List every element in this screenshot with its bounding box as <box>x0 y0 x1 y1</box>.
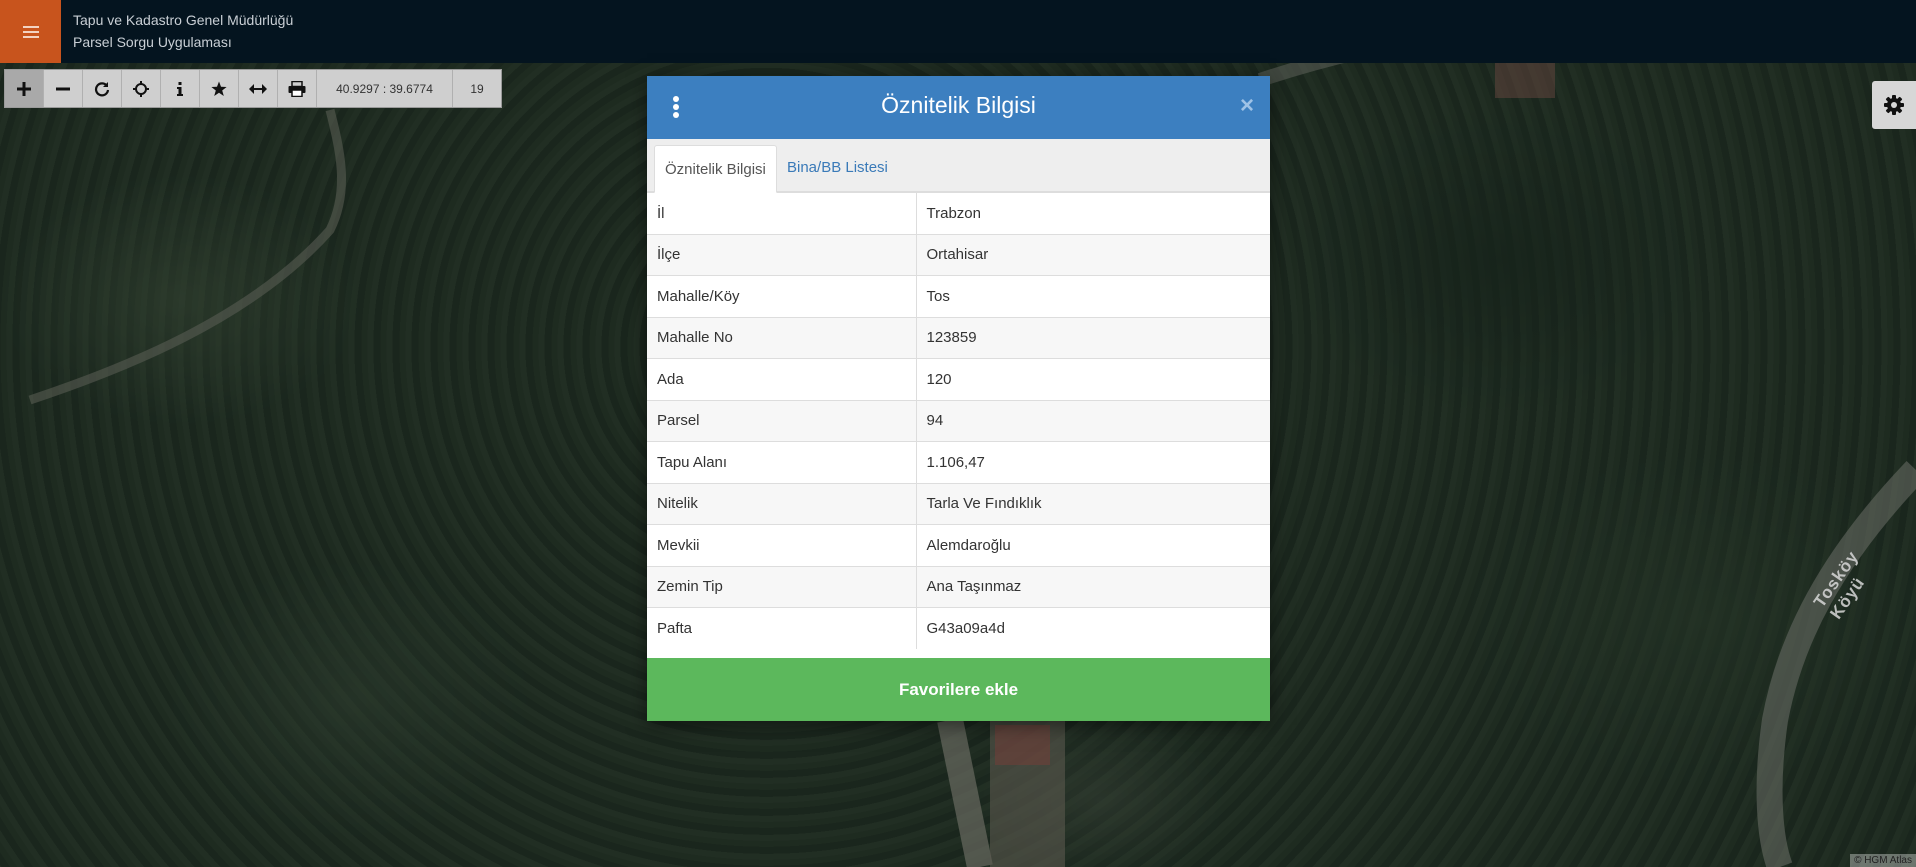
settings-button[interactable] <box>1872 81 1916 129</box>
table-row: Mevkii Alemdaroğlu <box>647 524 1270 566</box>
row-value: 94 <box>916 399 1270 442</box>
row-value: 120 <box>916 358 1270 400</box>
attribute-info-modal: Öznitelik Bilgisi × Öznitelik Bilgisi Bi… <box>647 76 1270 721</box>
coordinate-readout: 40.9297 : 39.6774 <box>317 70 453 107</box>
row-key: Pafta <box>647 607 917 649</box>
app-title: Tapu ve Kadastro Genel Müdürlüğü Parsel … <box>73 9 293 53</box>
zoom-in-button[interactable] <box>5 70 44 107</box>
horizontal-arrows-icon <box>249 83 267 94</box>
map-toolbar: 40.9297 : 39.6774 19 <box>4 69 502 108</box>
table-row: Mahalle No 123859 <box>647 316 1270 359</box>
row-value: Ana Taşınmaz <box>916 565 1270 608</box>
info-button[interactable] <box>161 70 200 107</box>
refresh-icon <box>94 81 110 96</box>
modal-header: Öznitelik Bilgisi × <box>647 76 1270 139</box>
row-value: Ortahisar <box>916 233 1270 276</box>
row-key: Mahalle No <box>647 316 917 359</box>
modal-tabs: Öznitelik Bilgisi Bina/BB Listesi <box>647 139 1270 193</box>
row-key: Zemin Tip <box>647 565 917 608</box>
row-value: Trabzon <box>916 192 1270 234</box>
zoom-out-button[interactable] <box>44 70 83 107</box>
row-key: Ada <box>647 358 917 400</box>
row-key: İlçe <box>647 233 917 276</box>
table-row: Ada 120 <box>647 358 1270 400</box>
modal-title: Öznitelik Bilgisi <box>881 92 1036 118</box>
app-header: Tapu ve Kadastro Genel Müdürlüğü Parsel … <box>0 0 1916 63</box>
print-button[interactable] <box>278 70 317 107</box>
attribute-table: İl Trabzon İlçe Ortahisar Mahalle/Köy Tos M… <box>647 192 1270 649</box>
row-key: İl <box>647 192 917 234</box>
add-to-favorites-button[interactable]: Favorilere ekle <box>647 658 1270 721</box>
info-icon <box>177 81 183 96</box>
table-row: Pafta G43a09a4d <box>647 607 1270 649</box>
locate-button[interactable] <box>122 70 161 107</box>
table-row: Nitelik Tarla Ve Fındıklık <box>647 482 1270 525</box>
plus-icon <box>17 81 31 96</box>
row-value: 1.106,47 <box>916 441 1270 483</box>
map-attribution: © HGM Atlas <box>1850 854 1916 867</box>
row-key: Mevkii <box>647 524 917 566</box>
hamburger-menu-button[interactable] <box>0 0 61 63</box>
minus-icon <box>56 87 70 90</box>
table-row: Tapu Alanı 1.106,47 <box>647 441 1270 483</box>
table-row: İl Trabzon <box>647 192 1270 234</box>
measure-button[interactable] <box>239 70 278 107</box>
row-value: G43a09a4d <box>916 607 1270 649</box>
row-key: Mahalle/Köy <box>647 275 917 317</box>
hamburger-icon <box>22 23 39 41</box>
table-row: İlçe Ortahisar <box>647 233 1270 276</box>
row-value: Tos <box>916 275 1270 317</box>
close-button[interactable]: × <box>1240 92 1254 120</box>
app-title-line2: Parsel Sorgu Uygulaması <box>73 34 232 50</box>
row-value: 123859 <box>916 316 1270 359</box>
tab-building-list[interactable]: Bina/BB Listesi <box>777 145 898 190</box>
zoom-level-readout: 19 <box>470 81 484 96</box>
tab-attribute-info[interactable]: Öznitelik Bilgisi <box>654 145 777 193</box>
star-icon <box>211 81 227 96</box>
print-icon <box>288 80 306 97</box>
crosshair-icon <box>133 80 149 97</box>
row-value: Tarla Ve Fındıklık <box>916 482 1270 525</box>
row-value: Alemdaroğlu <box>916 524 1270 566</box>
row-key: Tapu Alanı <box>647 441 917 483</box>
refresh-button[interactable] <box>83 70 122 107</box>
app-title-line1: Tapu ve Kadastro Genel Müdürlüğü <box>73 12 294 28</box>
table-row: Parsel 94 <box>647 399 1270 442</box>
gear-icon <box>1884 95 1904 115</box>
table-row: Zemin Tip Ana Taşınmaz <box>647 565 1270 608</box>
row-key: Parsel <box>647 399 917 442</box>
favorites-button[interactable] <box>200 70 239 107</box>
table-row: Mahalle/Köy Tos <box>647 275 1270 317</box>
row-key: Nitelik <box>647 482 917 525</box>
